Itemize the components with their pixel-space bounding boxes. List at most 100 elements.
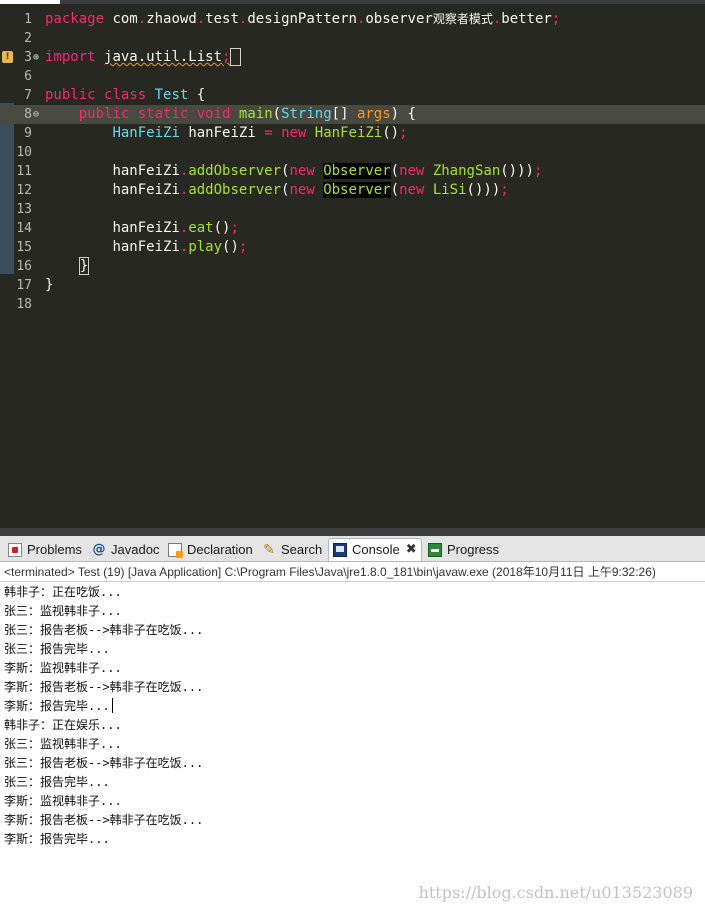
keyword-new: new xyxy=(281,125,307,141)
occurrence-highlight: Observer xyxy=(323,163,391,179)
console-icon xyxy=(333,543,347,557)
console-line: 张三：监视韩非子... xyxy=(4,737,122,751)
line-number: 2 xyxy=(24,31,32,46)
keyword-public: public xyxy=(45,87,96,103)
line-number: 18 xyxy=(16,297,32,312)
tab-label: Javadoc xyxy=(111,541,160,557)
type-name: String xyxy=(281,106,332,122)
console-line: 张三：报告完毕... xyxy=(4,775,110,789)
code-line[interactable]: 1 package com.zhaowd.test.designPattern.… xyxy=(0,10,705,29)
line-number: 3 xyxy=(24,50,32,65)
method-name: eat xyxy=(188,220,214,236)
code-line[interactable]: 10 xyxy=(0,143,705,162)
keyword-new: new xyxy=(399,163,425,179)
tab-label: Console xyxy=(352,542,400,557)
keyword-new: new xyxy=(399,182,425,198)
package-segment: com xyxy=(112,11,138,27)
import-path: java.util.List xyxy=(104,49,223,65)
declaration-icon xyxy=(168,542,183,558)
method-name: play xyxy=(188,239,223,255)
class-name: Test xyxy=(154,87,189,103)
method-name: addObserver xyxy=(188,182,282,198)
line-number: 1 xyxy=(24,12,32,27)
line-number: 12 xyxy=(16,183,32,198)
keyword-package: package xyxy=(45,11,105,27)
line-number: 13 xyxy=(16,202,32,217)
code-line[interactable]: 12 hanFeiZi.addObserver(new Observer(new… xyxy=(0,181,705,200)
line-number: 15 xyxy=(16,240,32,255)
code-line[interactable]: 17 } xyxy=(0,276,705,295)
console-line: 李斯：监视韩非子... xyxy=(4,661,122,675)
tab-declaration[interactable]: Declaration xyxy=(164,538,257,561)
line-number: 11 xyxy=(16,164,32,179)
code-line[interactable]: 18 xyxy=(0,295,705,314)
code-line[interactable]: ! 3 ⊕ import java.util.List; xyxy=(0,48,705,67)
text-caret xyxy=(111,698,113,713)
keyword-import: import xyxy=(45,49,96,65)
views-tab-bar: Problems @ Javadoc Declaration ✎ Search … xyxy=(0,536,705,562)
code-line[interactable]: 14 hanFeiZi.eat(); xyxy=(0,219,705,238)
console-line: 李斯：报告完毕... xyxy=(4,832,110,846)
keyword-public: public xyxy=(78,106,130,122)
package-segment: zhaowd xyxy=(146,11,197,27)
code-line-current[interactable]: 8 ⊖ public static void main(String[] arg… xyxy=(0,105,705,124)
constructor-name: HanFeiZi xyxy=(314,125,383,141)
console-line: 李斯：报告老板-->韩非子在吃饭... xyxy=(4,813,204,827)
constructor-name: LiSi xyxy=(432,182,467,198)
console-output[interactable]: 韩非子：正在吃饭... 张三：监视韩非子... 张三：报告老板-->韩非子在吃饭… xyxy=(0,583,705,914)
view-separator xyxy=(0,528,705,536)
collapse-fold-icon[interactable]: ⊖ xyxy=(33,105,39,124)
code-line[interactable]: 16 } xyxy=(0,257,705,276)
progress-icon xyxy=(428,542,442,557)
tab-label: Progress xyxy=(447,541,500,557)
type-name: HanFeiZi xyxy=(112,125,180,141)
console-line: 张三：报告老板-->韩非子在吃饭... xyxy=(4,756,204,770)
tab-problems[interactable]: Problems xyxy=(4,538,86,561)
code-editor[interactable]: 1 package com.zhaowd.test.designPattern.… xyxy=(0,0,705,528)
console-line-text: 李斯：报告完毕... xyxy=(4,699,110,713)
method-name: addObserver xyxy=(188,163,282,179)
console-line: 张三：报告完毕... xyxy=(4,642,110,656)
line-number: 9 xyxy=(24,126,32,141)
tab-search[interactable]: ✎ Search xyxy=(258,538,326,561)
code-line[interactable]: 2 xyxy=(0,29,705,48)
editor-tab-strip xyxy=(0,0,705,4)
console-line: 韩非子：正在娱乐... xyxy=(4,718,122,732)
tab-label: Problems xyxy=(27,541,82,557)
method-name: main xyxy=(238,106,273,122)
tab-javadoc[interactable]: @ Javadoc xyxy=(88,538,163,561)
variable-name: hanFeiZi xyxy=(112,163,180,179)
line-number: 16 xyxy=(16,259,32,274)
code-line[interactable]: 13 xyxy=(0,200,705,219)
package-segment: designPattern xyxy=(247,11,357,27)
tab-label: Declaration xyxy=(187,541,253,557)
tab-console[interactable]: Console ✖ xyxy=(328,538,422,561)
javadoc-icon: @ xyxy=(92,541,106,557)
code-line[interactable]: 9 HanFeiZi hanFeiZi = new HanFeiZi(); xyxy=(0,124,705,143)
console-line: 李斯：报告老板-->韩非子在吃饭... xyxy=(4,680,204,694)
code-line[interactable]: 6 xyxy=(0,67,705,86)
problems-icon xyxy=(8,542,22,557)
line-number: 6 xyxy=(24,69,32,84)
keyword-new: new xyxy=(289,182,315,198)
warning-icon[interactable]: ! xyxy=(2,51,13,63)
occurrence-highlight: Observer xyxy=(323,182,391,198)
matching-bracket: } xyxy=(78,257,90,275)
code-line[interactable]: 11 hanFeiZi.addObserver(new Observer(new… xyxy=(0,162,705,181)
keyword-void: void xyxy=(196,106,231,122)
keyword-static: static xyxy=(137,106,189,122)
close-icon[interactable]: ✖ xyxy=(406,539,417,561)
expand-fold-icon[interactable]: ⊕ xyxy=(33,48,39,67)
code-line[interactable]: 15 hanFeiZi.play(); xyxy=(0,238,705,257)
tab-progress[interactable]: Progress xyxy=(424,538,503,561)
console-status-line: <terminated> Test (19) [Java Application… xyxy=(0,563,705,582)
code-line[interactable]: 7 public class Test { xyxy=(0,86,705,105)
line-number: 10 xyxy=(16,145,32,160)
variable-name: hanFeiZi xyxy=(112,182,180,198)
keyword-new: new xyxy=(289,163,315,179)
variable-name: hanFeiZi xyxy=(188,125,256,141)
editor-tab[interactable] xyxy=(0,0,60,4)
tab-label: Search xyxy=(281,541,323,557)
console-line: 张三：报告老板-->韩非子在吃饭... xyxy=(4,623,204,637)
variable-name: hanFeiZi xyxy=(112,220,180,236)
